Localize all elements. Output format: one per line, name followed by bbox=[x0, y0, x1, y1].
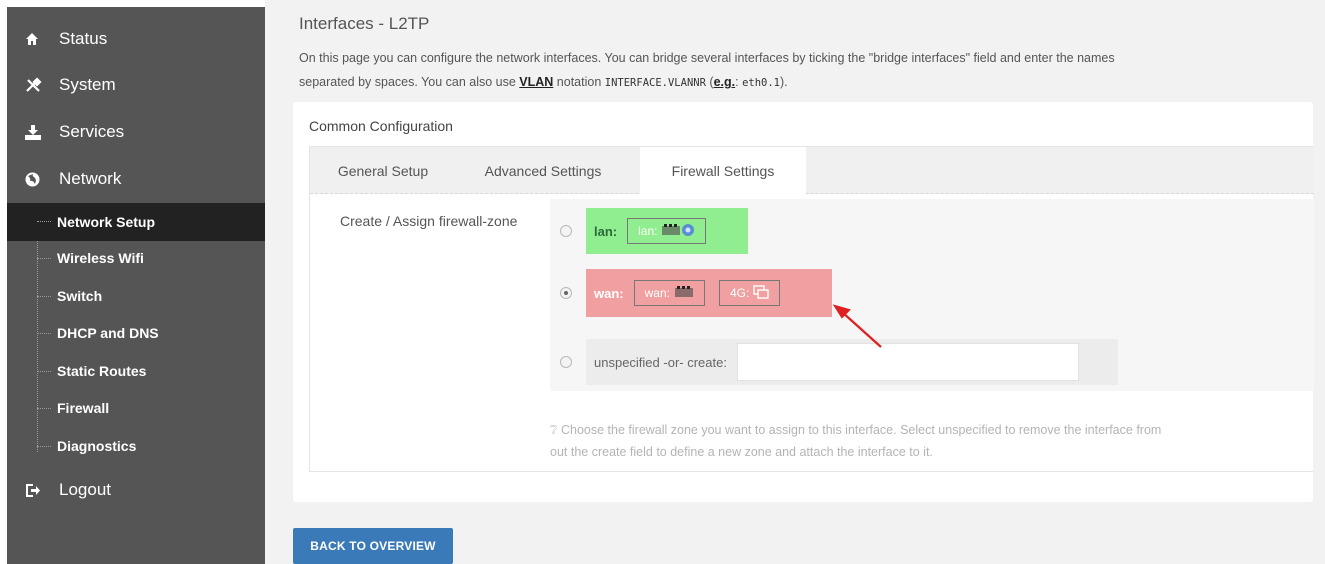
menu-system-label: System bbox=[59, 75, 116, 94]
network-chip-label: lan: bbox=[638, 224, 658, 238]
zone-lan[interactable]: lan: lan: bbox=[586, 208, 748, 254]
menu-services-label: Services bbox=[59, 122, 125, 141]
menu-network[interactable]: Network bbox=[7, 161, 265, 197]
sidebar-item-label: Static Routes bbox=[57, 363, 147, 379]
page-title: Interfaces - L2TP bbox=[299, 14, 430, 33]
zone-selector: lan: lan: wan: wan: 4G: unspecified -or-… bbox=[550, 199, 1314, 391]
eg-link[interactable]: e.g. bbox=[714, 75, 736, 89]
desc-text: notation bbox=[553, 75, 605, 89]
sidebar-item-label: Wireless Wifi bbox=[57, 250, 144, 266]
radio-unspecified[interactable] bbox=[560, 356, 572, 368]
sidebar: Status System Services Network Network S… bbox=[7, 7, 265, 564]
card-title: Common Configuration bbox=[309, 118, 453, 134]
desc-text: ( bbox=[705, 75, 714, 89]
tree-tick bbox=[37, 258, 51, 259]
tree-tick bbox=[37, 333, 51, 334]
tab-advanced-settings[interactable]: Advanced Settings bbox=[468, 147, 618, 194]
help-text: ❔︎ Choose the firewall zone you want to … bbox=[550, 419, 1310, 463]
menu-status[interactable]: Status bbox=[7, 21, 265, 57]
network-chip-wan: wan: bbox=[633, 280, 705, 306]
sidebar-item-label: DHCP and DNS bbox=[57, 325, 159, 341]
sidebar-item-label: Switch bbox=[57, 288, 103, 304]
network-chip-lan: lan: bbox=[627, 218, 707, 244]
wrench-icon bbox=[25, 77, 47, 93]
help-line: Choose the firewall zone you want to ass… bbox=[561, 423, 1162, 437]
tree-tick bbox=[37, 296, 51, 297]
tab-firewall-settings[interactable]: Firewall Settings bbox=[640, 147, 806, 194]
tree-tick bbox=[37, 371, 51, 372]
vlan-link[interactable]: VLAN bbox=[519, 75, 553, 89]
sidebar-item-network-setup[interactable]: Network Setup bbox=[7, 203, 265, 241]
globe-icon bbox=[25, 172, 47, 187]
firewall-zone-label: Create / Assign firewall-zone bbox=[340, 213, 518, 229]
desc-text: separated by spaces. You can also use bbox=[299, 75, 520, 89]
desc-text: ). bbox=[780, 75, 788, 89]
menu-services[interactable]: Services bbox=[7, 114, 265, 150]
desc-code: INTERFACE.VLANNR bbox=[604, 77, 706, 89]
unspecified-label: unspecified -or- create: bbox=[594, 354, 727, 370]
desc-code: eth0.1 bbox=[742, 77, 780, 89]
zone-wan[interactable]: wan: wan: 4G: bbox=[586, 269, 832, 317]
tab-panel: General Setup Advanced Settings Firewall… bbox=[309, 146, 1314, 472]
ethernet-wifi-icon bbox=[661, 223, 695, 240]
menu-logout[interactable]: Logout bbox=[7, 472, 265, 508]
zone-wan-name: wan: bbox=[594, 285, 624, 301]
modem-icon bbox=[753, 284, 770, 302]
download-icon bbox=[25, 124, 47, 140]
menu-system[interactable]: System bbox=[7, 67, 265, 103]
menu-logout-label: Logout bbox=[59, 480, 111, 499]
sidebar-item-label: Firewall bbox=[57, 400, 110, 416]
main-content: Interfaces - L2TP On this page you can c… bbox=[265, 0, 1325, 564]
help-line: out the create field to define a new zon… bbox=[550, 445, 933, 459]
tree-tick bbox=[37, 221, 51, 222]
desc-text: On this page you can configure the netwo… bbox=[299, 51, 1115, 65]
tab-general-setup[interactable]: General Setup bbox=[318, 147, 448, 194]
radio-wan[interactable] bbox=[560, 287, 572, 299]
tree-tick bbox=[37, 408, 51, 409]
zone-unspecified: unspecified -or- create: bbox=[586, 339, 1118, 385]
network-chip-4g: 4G: bbox=[718, 280, 781, 306]
menu-network-label: Network bbox=[59, 169, 122, 188]
logout-icon bbox=[25, 483, 47, 498]
back-to-overview-button[interactable]: BACK TO OVERVIEW bbox=[293, 528, 453, 564]
page-description: On this page you can configure the netwo… bbox=[299, 46, 1319, 95]
tab-bar: General Setup Advanced Settings Firewall… bbox=[310, 147, 1314, 194]
radio-lan[interactable] bbox=[560, 225, 572, 237]
config-card: Common Configuration General Setup Advan… bbox=[293, 102, 1314, 502]
network-chip-label: 4G: bbox=[729, 286, 750, 300]
ethernet-icon bbox=[674, 285, 694, 302]
home-icon bbox=[25, 32, 47, 46]
new-zone-input[interactable] bbox=[736, 343, 1079, 381]
help-icon: ❔︎ bbox=[550, 423, 558, 437]
sidebar-item-label: Diagnostics bbox=[57, 438, 137, 454]
menu-status-label: Status bbox=[59, 29, 108, 48]
tree-tick bbox=[37, 446, 51, 447]
sidebar-item-label: Network Setup bbox=[57, 214, 156, 230]
zone-lan-name: lan: bbox=[594, 223, 618, 239]
network-chip-label: wan: bbox=[644, 286, 670, 300]
